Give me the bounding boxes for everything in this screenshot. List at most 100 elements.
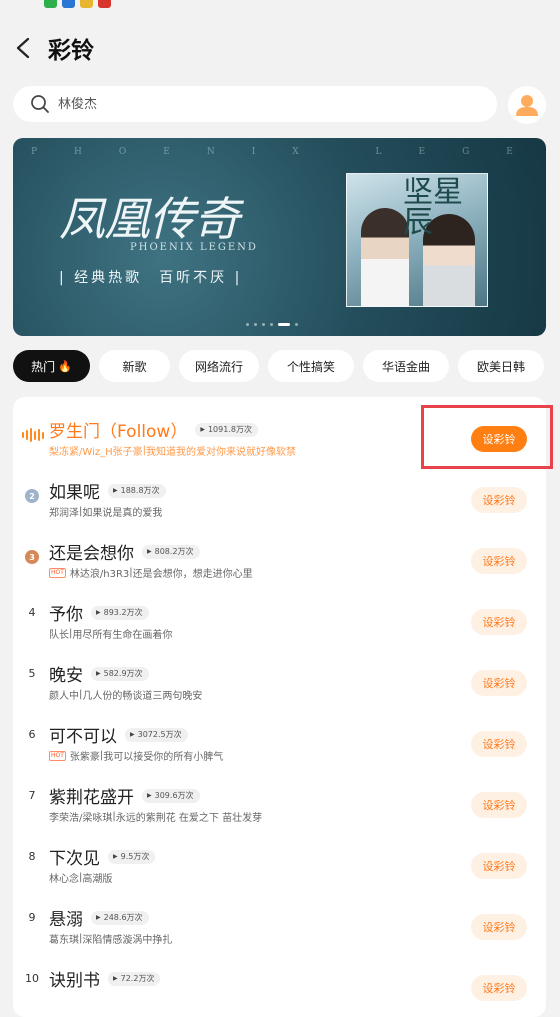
song-row[interactable]: 3 还是会想你 ▶ 808.2万次 HOT 林达浪/h3R3 | 还是会想你，想走进你心里… bbox=[13, 519, 546, 580]
play-count: 1091.8万次 bbox=[207, 425, 252, 434]
song-lyric: 深陷情感漩涡中挣扎 bbox=[82, 935, 173, 946]
set-ringtone-button[interactable]: 设彩铃 bbox=[471, 548, 527, 574]
song-lyric: 高潮版 bbox=[82, 874, 113, 885]
search-bar[interactable] bbox=[13, 86, 497, 122]
play-icon: ▶ bbox=[96, 670, 101, 677]
play-icon: ▶ bbox=[113, 487, 118, 494]
play-count-badge: ▶ 309.6万次 bbox=[142, 788, 200, 803]
song-row[interactable]: 10 诀别书 ▶ 72.2万次 设彩铃 bbox=[13, 946, 546, 1006]
play-count: 582.9万次 bbox=[103, 669, 143, 678]
song-artist: 梨冻紧/Wiz_H张子豪 bbox=[49, 447, 143, 458]
tab-label: 华语金曲 bbox=[381, 359, 430, 374]
play-count: 808.2万次 bbox=[154, 547, 194, 556]
set-ringtone-button[interactable]: 设彩铃 bbox=[471, 975, 527, 1001]
song-subtitle: HOT 林达浪/h3R3 | 还是会想你，想走进你心里 bbox=[49, 565, 253, 580]
play-count: 3072.5万次 bbox=[137, 730, 182, 739]
set-ringtone-button[interactable]: 设彩铃 bbox=[471, 487, 527, 513]
banner-slogan: | 经典热歌 百听不厌 | bbox=[59, 270, 243, 286]
notification-app-icon bbox=[62, 0, 75, 8]
rank-number: 4 bbox=[28, 606, 36, 619]
song-title: 悬溺 bbox=[49, 910, 83, 930]
hot-badge-icon: HOT bbox=[49, 750, 66, 761]
rank-number: 10 bbox=[25, 972, 39, 985]
notification-app-icon bbox=[98, 0, 111, 8]
song-subtitle: 队长 | 用尽所有生命在画着你 bbox=[49, 626, 172, 641]
rank-number: 8 bbox=[28, 850, 36, 863]
set-ringtone-button[interactable]: 设彩铃 bbox=[471, 792, 527, 818]
play-count-badge: ▶ 582.9万次 bbox=[91, 666, 149, 681]
pagination-dot[interactable] bbox=[254, 323, 257, 326]
song-title: 可不可以 bbox=[49, 727, 117, 747]
tab-category[interactable]: 华语金曲 bbox=[363, 350, 449, 382]
tab-label: 新歌 bbox=[122, 359, 147, 374]
play-icon: ▶ bbox=[147, 792, 152, 799]
play-icon: ▶ bbox=[147, 548, 152, 555]
set-ringtone-button[interactable]: 设彩铃 bbox=[471, 853, 527, 879]
album-title: 坚星辰 bbox=[403, 175, 463, 240]
play-count: 248.6万次 bbox=[103, 913, 143, 922]
play-icon: ▶ bbox=[113, 975, 118, 982]
back-arrow-icon[interactable] bbox=[14, 38, 34, 58]
tab-label: 热门 bbox=[31, 359, 56, 374]
tab-label: 个性搞笑 bbox=[286, 359, 335, 374]
pagination-dot[interactable] bbox=[246, 323, 249, 326]
play-count-badge: ▶ 72.2万次 bbox=[108, 971, 161, 986]
set-ringtone-button[interactable]: 设彩铃 bbox=[471, 670, 527, 696]
pagination-dot[interactable] bbox=[270, 323, 273, 326]
song-lyric: 我知道我的爱对你来说就好像软禁 bbox=[145, 447, 296, 458]
set-ringtone-button[interactable]: 设彩铃 bbox=[471, 731, 527, 757]
tab-category[interactable]: 新歌 bbox=[99, 350, 170, 382]
song-row[interactable]: 8 下次见 ▶ 9.5万次 林心念 | 高潮版 设彩铃 bbox=[13, 824, 546, 885]
silver-medal-icon: 2 bbox=[25, 489, 39, 503]
promo-banner[interactable]: PHOENIX LEGEND 凤凰传奇 PHOENIX LEGEND | 经典热… bbox=[13, 138, 546, 336]
notification-app-icon bbox=[80, 0, 93, 8]
play-count-badge: ▶ 188.8万次 bbox=[108, 483, 166, 498]
rank-number: 6 bbox=[28, 728, 36, 741]
tab-label: 网络流行 bbox=[194, 359, 243, 374]
rank-number: 9 bbox=[28, 911, 36, 924]
tab-category[interactable]: 网络流行 bbox=[179, 350, 259, 382]
pagination-dot[interactable] bbox=[295, 323, 298, 326]
song-list: 罗生门（Follow） ▶ 1091.8万次 梨冻紧/Wiz_H张子豪 | 我知道我的… bbox=[13, 397, 546, 1017]
tab-category[interactable]: 热门 🔥 bbox=[13, 350, 90, 382]
bronze-medal-icon: 3 bbox=[25, 550, 39, 564]
song-subtitle: HOT 张紫豪 | 我可以接受你的所有小脾气 bbox=[49, 748, 223, 763]
song-lyric: 如果说是真的爱我 bbox=[82, 508, 163, 519]
play-count-badge: ▶ 248.6万次 bbox=[91, 910, 149, 925]
song-row[interactable]: 7 紫荆花盛开 ▶ 309.6万次 李荣浩/梁咏琪 | 永远的紫荆花 在爱之下 苗壮发芽… bbox=[13, 763, 546, 824]
highlight-annotation-box bbox=[421, 405, 553, 469]
tab-category[interactable]: 欧美日韩 bbox=[458, 350, 544, 382]
song-artist: 林达浪/h3R3 bbox=[69, 569, 130, 580]
status-bar-app-icons bbox=[44, 0, 111, 8]
set-ringtone-button[interactable]: 设彩铃 bbox=[471, 609, 527, 635]
play-count: 9.5万次 bbox=[120, 852, 150, 861]
song-row[interactable]: 5 晚安 ▶ 582.9万次 颜人中 | 几人份的畅谈道三两句晚安 设彩铃 bbox=[13, 641, 546, 702]
play-count-badge: ▶ 3072.5万次 bbox=[125, 727, 188, 742]
pagination-dot[interactable] bbox=[278, 323, 290, 326]
pagination-dot[interactable] bbox=[262, 323, 265, 326]
set-ringtone-button[interactable]: 设彩铃 bbox=[471, 914, 527, 940]
song-title-line: 罗生门（Follow） ▶ 1091.8万次 bbox=[49, 417, 258, 442]
search-input[interactable] bbox=[58, 96, 438, 112]
song-title-line: 下次见 ▶ 9.5万次 bbox=[49, 844, 156, 869]
song-title: 下次见 bbox=[49, 849, 100, 869]
play-count-badge: ▶ 1091.8万次 bbox=[195, 422, 258, 437]
song-row[interactable]: 9 悬溺 ▶ 248.6万次 葛东琪 | 深陷情感漩涡中挣扎 设彩铃 bbox=[13, 885, 546, 946]
song-row[interactable]: 6 可不可以 ▶ 3072.5万次 HOT 张紫豪 | 我可以接受你的所有小脾气 设彩铃 bbox=[13, 702, 546, 763]
play-count-badge: ▶ 808.2万次 bbox=[142, 544, 200, 559]
notification-app-icon bbox=[44, 0, 57, 8]
song-lyric: 几人份的畅谈道三两句晚安 bbox=[82, 691, 203, 702]
song-lyric: 用尽所有生命在画着你 bbox=[72, 630, 173, 641]
song-row[interactable]: 4 予你 ▶ 893.2万次队长 | 用尽所有生命在画着你 设彩铃 bbox=[13, 580, 546, 641]
banner-subtitle: PHOENIX LEGEND bbox=[130, 242, 258, 253]
song-title: 如果呢 bbox=[49, 483, 100, 503]
play-count-badge: ▶ 893.2万次 bbox=[91, 605, 149, 620]
song-artist: 林心念 bbox=[49, 874, 79, 885]
user-avatar-icon[interactable] bbox=[508, 86, 546, 124]
playing-wave-icon bbox=[22, 428, 44, 442]
tab-category[interactable]: 个性搞笑 bbox=[268, 350, 354, 382]
banner-title: 凤凰传奇 bbox=[59, 192, 240, 246]
song-title: 予你 bbox=[49, 605, 83, 625]
song-lyric: 还是会想你，想走进你心里 bbox=[132, 569, 253, 580]
song-lyric: 我可以接受你的所有小脾气 bbox=[103, 752, 224, 763]
